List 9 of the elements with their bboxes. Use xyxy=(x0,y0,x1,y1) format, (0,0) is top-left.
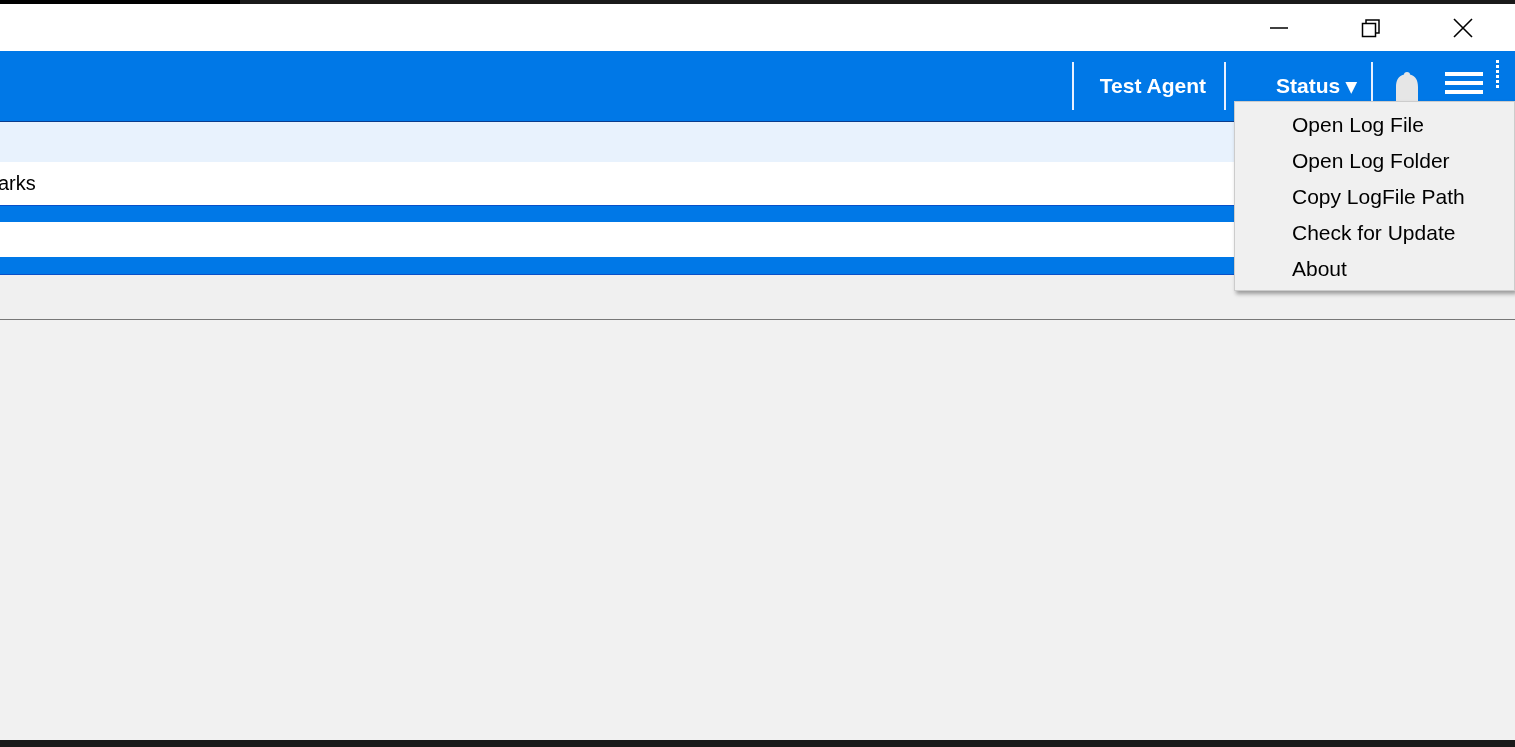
status-dropdown[interactable]: Status ▾ xyxy=(1276,74,1357,98)
close-icon xyxy=(1452,16,1474,39)
more-icon[interactable] xyxy=(1496,60,1500,90)
menu-item[interactable]: About xyxy=(1235,252,1514,288)
menu-item[interactable]: Open Log File xyxy=(1235,108,1514,144)
agent-name: Test Agent xyxy=(1099,74,1206,98)
restore-icon xyxy=(1361,17,1381,38)
menu-item[interactable]: Check for Update xyxy=(1235,216,1514,252)
minimize-icon xyxy=(1269,26,1289,29)
